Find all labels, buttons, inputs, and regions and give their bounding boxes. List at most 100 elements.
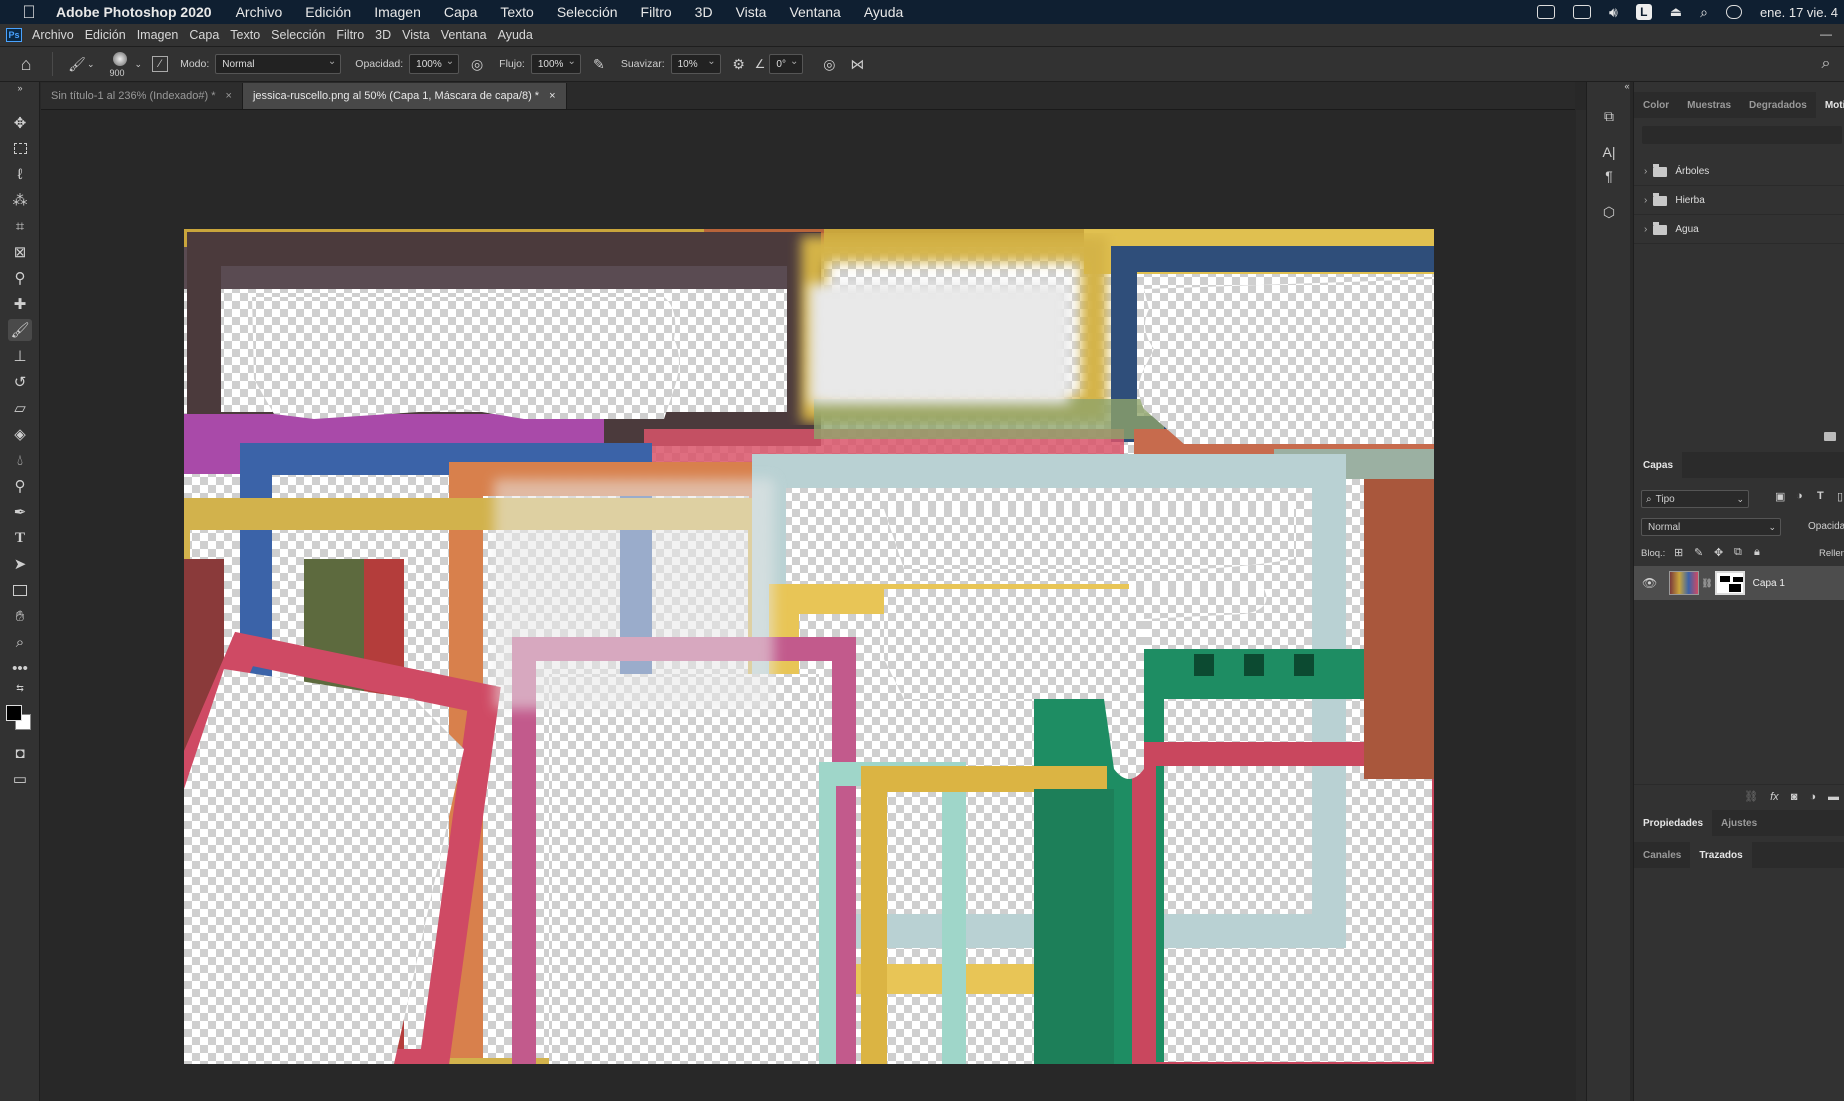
filter-type-icon[interactable]: T bbox=[1817, 490, 1824, 502]
tab-ajustes[interactable]: Ajustes bbox=[1712, 810, 1766, 836]
tab-trazados[interactable]: Trazados bbox=[1690, 842, 1752, 868]
user-l-icon[interactable]: L bbox=[1635, 4, 1652, 20]
brush-preset-icon[interactable]: 🖌︎ bbox=[67, 54, 87, 74]
screen-mode-icon[interactable]: ▭ bbox=[8, 768, 32, 790]
new-group-icon[interactable]: ▬ bbox=[1828, 791, 1839, 803]
chevron-right-icon[interactable]: › bbox=[1644, 224, 1647, 235]
pressure-opacity-icon[interactable]: ◎ bbox=[467, 54, 487, 74]
search-icon[interactable]: ⌕ bbox=[1816, 54, 1836, 74]
control-center-icon[interactable] bbox=[1725, 5, 1742, 19]
minimize-icon[interactable]: — bbox=[1820, 27, 1832, 41]
fx-icon[interactable]: fx bbox=[1770, 791, 1779, 803]
layer-thumbnail[interactable] bbox=[1669, 571, 1700, 595]
gear-icon[interactable]: ⚙ bbox=[729, 54, 749, 74]
brush-settings-icon[interactable]: ⁄ bbox=[152, 56, 169, 72]
volume-icon[interactable]: 🔊︎ bbox=[1609, 4, 1618, 21]
history-brush-tool-icon[interactable]: ↺ bbox=[8, 371, 32, 393]
close-icon[interactable]: × bbox=[226, 90, 232, 102]
character-icon[interactable]: A| bbox=[1599, 142, 1619, 162]
smooth-field[interactable]: 10% bbox=[670, 54, 721, 74]
vertical-scrollbar[interactable] bbox=[1576, 110, 1586, 1101]
ps-menu-ventana[interactable]: Ventana bbox=[441, 28, 487, 42]
mac-menu-seleccion[interactable]: Selección bbox=[557, 4, 618, 20]
symmetry-icon[interactable]: ⋈ bbox=[847, 54, 867, 74]
expand-icon[interactable]: » bbox=[8, 82, 32, 94]
pattern-search-field[interactable] bbox=[1642, 126, 1842, 144]
lock-transparency-icon[interactable]: ⊞ bbox=[1674, 546, 1683, 559]
tab-canales[interactable]: Canales bbox=[1634, 842, 1690, 868]
lasso-tool-icon[interactable]: ℓ bbox=[8, 163, 32, 185]
healing-brush-tool-icon[interactable]: ✚ bbox=[8, 293, 32, 315]
pattern-group-agua[interactable]: › Agua bbox=[1634, 216, 1844, 244]
pattern-group-hierba[interactable]: › Hierba bbox=[1634, 187, 1844, 215]
tab-muestras[interactable]: Muestras bbox=[1678, 92, 1740, 118]
ps-menu-seleccion[interactable]: Selección bbox=[271, 28, 325, 42]
eject-icon[interactable]: ⏏ bbox=[1670, 4, 1682, 20]
clock[interactable]: ene. 17 vie. 4 bbox=[1760, 5, 1838, 20]
path-selection-tool-icon[interactable]: ➤ bbox=[8, 553, 32, 575]
eyedropper-tool-icon[interactable]: ⚲ bbox=[8, 267, 32, 289]
move-tool-icon[interactable]: ✥ bbox=[8, 112, 32, 134]
document-canvas[interactable] bbox=[184, 229, 1434, 1064]
mac-menu-3d[interactable]: 3D bbox=[695, 4, 713, 20]
mac-menu-ventana[interactable]: Ventana bbox=[789, 4, 840, 20]
eraser-tool-icon[interactable]: ▱ bbox=[8, 397, 32, 419]
link-icon[interactable]: ⛓ bbox=[1701, 578, 1712, 589]
ps-menu-imagen[interactable]: Imagen bbox=[137, 28, 179, 42]
pattern-group-arboles[interactable]: › Árboles bbox=[1634, 158, 1844, 186]
more-tools-icon[interactable]: ••• bbox=[8, 657, 32, 679]
magic-wand-tool-icon[interactable]: ⁂ bbox=[8, 189, 32, 211]
tab-jessica-ruscello[interactable]: jessica-ruscello.png al 50% (Capa 1, Más… bbox=[242, 83, 567, 109]
lock-all-icon[interactable]: 🔒︎ bbox=[1754, 546, 1760, 559]
tab-sin-titulo[interactable]: Sin título-1 al 236% (Indexado#) * × bbox=[41, 83, 243, 109]
filter-shape-icon[interactable]: ▯ bbox=[1837, 490, 1843, 503]
link-layers-icon[interactable]: ⛓ bbox=[1744, 790, 1758, 803]
tab-motivos[interactable]: Moti bbox=[1815, 92, 1844, 118]
mac-menu-imagen[interactable]: Imagen bbox=[374, 4, 421, 20]
hand-tool-icon[interactable]: ✋︎ bbox=[8, 605, 32, 627]
close-icon[interactable]: × bbox=[549, 90, 555, 102]
ps-menu-vista[interactable]: Vista bbox=[402, 28, 430, 42]
chevron-right-icon[interactable]: › bbox=[1644, 166, 1647, 177]
mac-menu-texto[interactable]: Texto bbox=[500, 4, 533, 20]
display-icon[interactable] bbox=[1572, 5, 1591, 19]
lock-pixels-icon[interactable]: ✎ bbox=[1694, 546, 1703, 559]
3d-icon[interactable]: ⬡ bbox=[1599, 202, 1619, 222]
quick-mask-icon[interactable]: ◘ bbox=[8, 742, 32, 764]
opacity-field[interactable]: 100% bbox=[409, 54, 460, 74]
ps-menu-filtro[interactable]: Filtro bbox=[336, 28, 364, 42]
layer-name[interactable]: Capa 1 bbox=[1753, 578, 1785, 589]
tab-color[interactable]: Color bbox=[1634, 92, 1678, 118]
layer-filter-select[interactable]: ⌕ Tipo ⌄ bbox=[1641, 490, 1749, 508]
chevron-down-icon[interactable]: ⌄ bbox=[135, 59, 143, 70]
search-icon[interactable]: ⌕ bbox=[1700, 4, 1708, 21]
mac-menu-filtro[interactable]: Filtro bbox=[641, 4, 672, 20]
mode-select[interactable]: Normal bbox=[215, 54, 342, 74]
crop-tool-icon[interactable]: ⌗ bbox=[8, 215, 32, 237]
history-icon[interactable]: ⧉ bbox=[1599, 106, 1619, 126]
brush-size-picker[interactable]: 900 bbox=[107, 49, 133, 79]
ps-menu-edicion[interactable]: Edición bbox=[85, 28, 126, 42]
paint-bucket-tool-icon[interactable]: ◈ bbox=[8, 423, 32, 445]
zoom-tool-icon[interactable]: ⌕ bbox=[8, 631, 32, 653]
chevron-down-icon[interactable]: ⌄ bbox=[87, 59, 95, 70]
home-icon[interactable]: ⌂ bbox=[16, 54, 36, 74]
collapse-icon[interactable]: « bbox=[1623, 80, 1631, 92]
ps-menu-archivo[interactable]: Archivo bbox=[32, 28, 74, 42]
tab-capas[interactable]: Capas bbox=[1634, 452, 1683, 478]
ps-menu-texto[interactable]: Texto bbox=[230, 28, 260, 42]
dodge-tool-icon[interactable]: ⚲ bbox=[8, 475, 32, 497]
ps-menu-capa[interactable]: Capa bbox=[189, 28, 219, 42]
rectangle-tool-icon[interactable] bbox=[8, 579, 32, 601]
mac-menu-capa[interactable]: Capa bbox=[444, 4, 477, 20]
lock-position-icon[interactable]: ✥ bbox=[1714, 546, 1723, 559]
layer-row[interactable]: 👁︎ ⛓ Capa 1 bbox=[1634, 566, 1844, 600]
paragraph-icon[interactable]: ¶ bbox=[1599, 166, 1619, 186]
type-tool-icon[interactable]: T bbox=[8, 527, 32, 549]
default-colors-icon[interactable]: ⇆ bbox=[8, 682, 32, 694]
mac-menu-archivo[interactable]: Archivo bbox=[236, 4, 283, 20]
mac-menu-vista[interactable]: Vista bbox=[736, 4, 767, 20]
creative-cloud-icon[interactable] bbox=[1536, 5, 1555, 19]
new-group-icon[interactable] bbox=[1824, 432, 1836, 441]
tab-propiedades[interactable]: Propiedades bbox=[1634, 810, 1713, 836]
